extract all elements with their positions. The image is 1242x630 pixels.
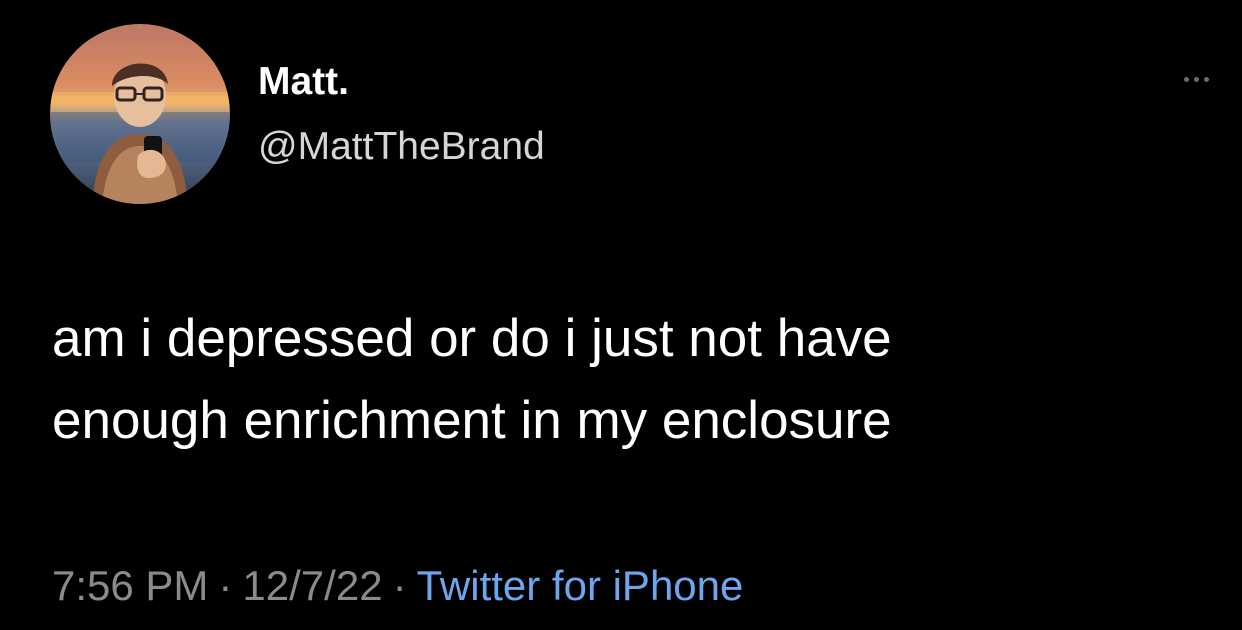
- profile-photo-icon: [50, 24, 230, 204]
- tweet-text: am i depressed or do i just not have eno…: [52, 298, 1212, 462]
- tweet-date[interactable]: 12/7/22: [242, 562, 382, 610]
- meta-separator: ·: [392, 562, 407, 609]
- tweet-source-link[interactable]: Twitter for iPhone: [417, 562, 744, 610]
- user-handle[interactable]: @MattTheBrand: [258, 127, 545, 166]
- tweet-text-line: am i depressed or do i just not have: [52, 309, 892, 368]
- display-name[interactable]: Matt.: [258, 62, 349, 101]
- more-options-button[interactable]: [1174, 68, 1218, 90]
- more-horizontal-icon: [1183, 76, 1189, 82]
- tweet-text-line: enough enrichment in my enclosure: [52, 391, 892, 450]
- tweet-card: Matt. @MattTheBrand am i depressed or do…: [0, 0, 1242, 630]
- more-horizontal-icon: [1203, 76, 1209, 82]
- more-horizontal-icon: [1193, 76, 1199, 82]
- tweet-meta: 7:56 PM · 12/7/22 · Twitter for iPhone: [52, 561, 743, 611]
- tweet-time[interactable]: 7:56 PM: [52, 562, 208, 610]
- meta-separator: ·: [218, 562, 233, 609]
- avatar[interactable]: [50, 24, 230, 204]
